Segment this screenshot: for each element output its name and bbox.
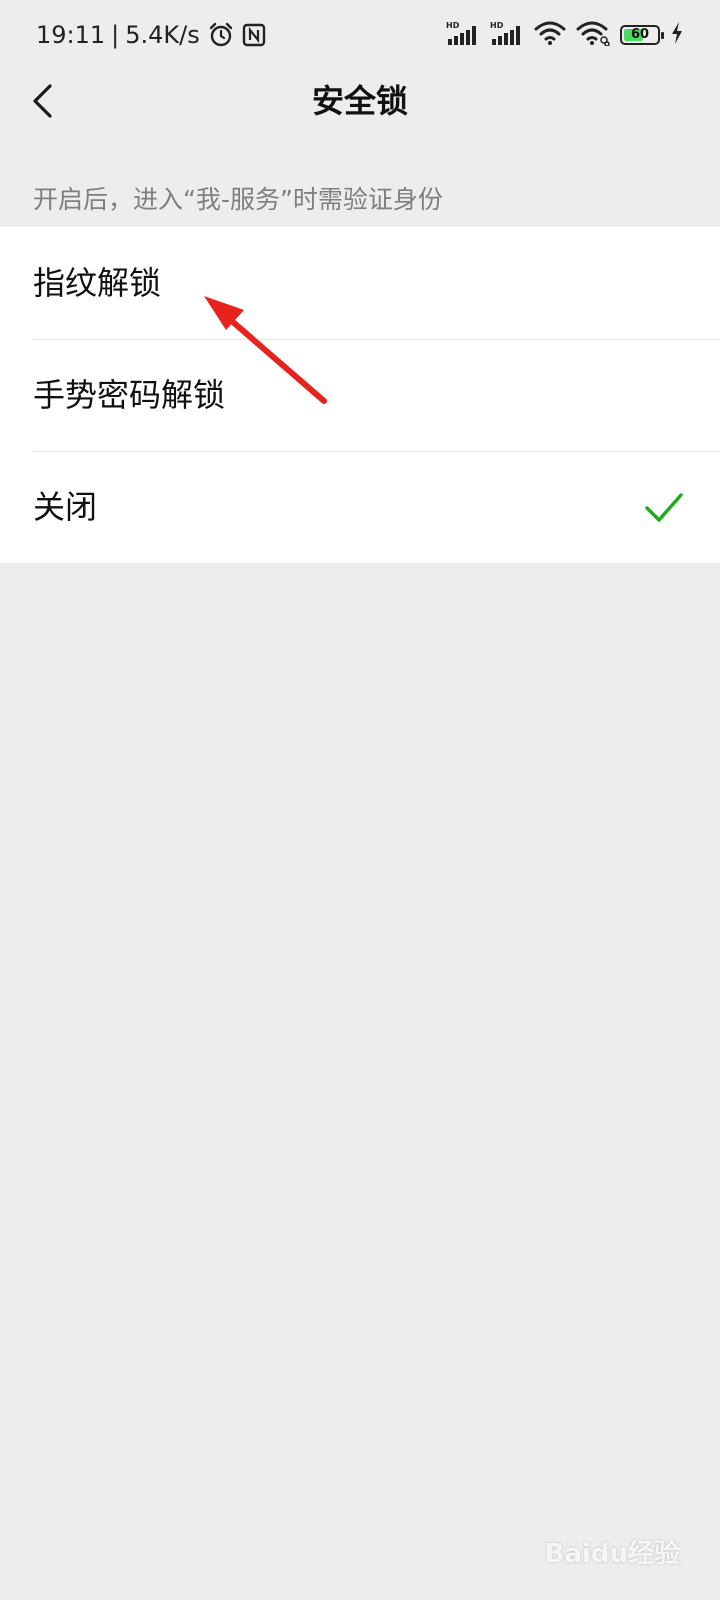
- svg-text:HD: HD: [446, 21, 460, 30]
- watermark-text: Baidu经验: [544, 1539, 680, 1569]
- option-label: 手势密码解锁: [33, 376, 226, 414]
- baidu-jingyan-watermark: Baidu经验: [545, 1533, 680, 1570]
- status-time: 19:11: [36, 21, 106, 49]
- status-left: 19:11 | 5.4K/s: [36, 16, 266, 54]
- section-hint: 开启后，进入“我-服务”时需验证身份: [33, 185, 443, 214]
- status-net-speed: 5.4K/s: [125, 21, 200, 49]
- alarm-icon: [208, 22, 234, 48]
- battery-icon: 60: [620, 25, 664, 45]
- battery-level: 60: [630, 27, 650, 42]
- screen: 19:11 | 5.4K/s HD HD 60 安全锁 开启后，进入“我-服务”…: [0, 0, 720, 1600]
- options-list: 指纹解锁 手势密码解锁 关闭: [0, 227, 720, 563]
- status-bar: 19:11 | 5.4K/s HD HD 60: [0, 0, 720, 70]
- option-gesture-unlock[interactable]: 手势密码解锁: [0, 339, 720, 451]
- option-label: 指纹解锁: [33, 264, 162, 302]
- check-icon: [645, 493, 683, 522]
- charging-icon: [670, 21, 684, 49]
- wifi-link-icon: [576, 20, 610, 50]
- battery-cap: [661, 32, 664, 39]
- status-right: HD HD 60: [446, 16, 684, 54]
- hd-signal-icon: HD: [490, 20, 524, 50]
- page-title: 安全锁: [311, 82, 408, 120]
- status-separator: |: [111, 21, 120, 49]
- option-label: 关闭: [33, 488, 98, 526]
- svg-text:HD: HD: [490, 21, 504, 30]
- nav-bar: 安全锁: [0, 70, 720, 132]
- wifi-icon: [534, 20, 566, 50]
- option-off[interactable]: 关闭: [0, 451, 720, 563]
- hd-signal-icon: HD: [446, 20, 480, 50]
- option-fingerprint-unlock[interactable]: 指纹解锁: [0, 227, 720, 339]
- nfc-icon: [242, 23, 266, 47]
